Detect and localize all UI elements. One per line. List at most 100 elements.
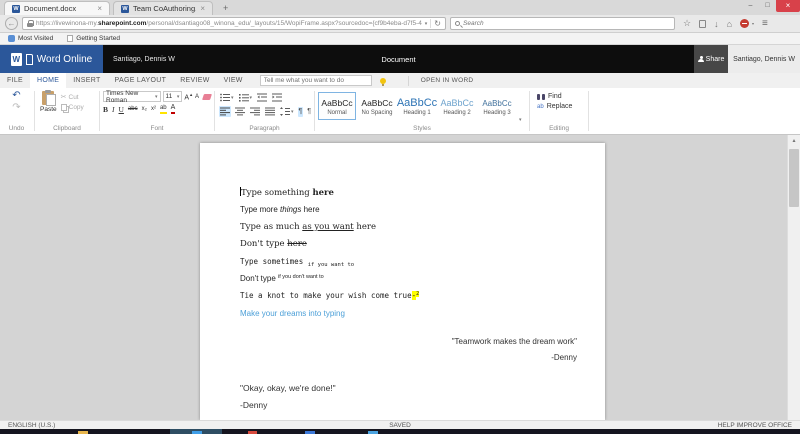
help-improve-office-link[interactable]: HELP IMPROVE OFFICE bbox=[718, 422, 792, 429]
downloads-icon[interactable]: ↓ bbox=[714, 19, 719, 29]
font-color-button[interactable]: A bbox=[171, 104, 176, 114]
url-dropdown-icon[interactable]: ▾ bbox=[425, 21, 428, 27]
redo-button[interactable]: ↷ bbox=[12, 103, 20, 113]
doc-line-5[interactable]: Type sometimes if you want to bbox=[240, 257, 354, 268]
pilcrow-icon: ¶ bbox=[299, 108, 303, 116]
doc-line-2[interactable]: Type more things here bbox=[240, 205, 320, 214]
search-bar[interactable] bbox=[450, 17, 675, 30]
copy-button[interactable]: Copy bbox=[61, 104, 84, 111]
tab-page-layout[interactable]: PAGE LAYOUT bbox=[108, 73, 174, 88]
word-logo-page-icon bbox=[26, 54, 33, 65]
divider bbox=[314, 91, 315, 131]
word-online-logo[interactable]: W Word Online bbox=[0, 45, 103, 73]
menu-icon[interactable]: ≡ bbox=[762, 18, 768, 29]
style-normal[interactable]: AaBbCc Normal bbox=[318, 92, 356, 120]
subscript-button[interactable]: x₂ bbox=[142, 106, 147, 112]
tab-home[interactable]: HOME bbox=[30, 73, 66, 88]
doc-quote-block[interactable]: "Teamwork makes the dream work" -Denny bbox=[452, 337, 577, 362]
strikethrough-button[interactable]: abc bbox=[128, 106, 138, 112]
bold-button[interactable]: B bbox=[103, 105, 108, 114]
tab-file[interactable]: FILE bbox=[0, 73, 30, 88]
line-spacing-button[interactable]: ▾ bbox=[279, 106, 295, 117]
highlight-button[interactable]: ab bbox=[160, 105, 167, 114]
document-title[interactable]: Document bbox=[103, 55, 694, 64]
vertical-scrollbar[interactable]: ▴ bbox=[787, 135, 800, 420]
browser-tab-strip: W Document.docx × W Team CoAuthoring.doc… bbox=[0, 0, 800, 15]
adblock-caret-icon[interactable]: ▾ bbox=[752, 21, 754, 26]
rtl-paragraph-button[interactable]: ¶ bbox=[306, 107, 312, 117]
undo-button[interactable]: ↶ bbox=[12, 91, 20, 101]
browser-tab-coauthoring[interactable]: W Team CoAuthoring.docx × bbox=[113, 1, 213, 15]
numbering-button[interactable]: ▾ bbox=[238, 92, 254, 103]
document-page[interactable]: Type something here Type more things her… bbox=[200, 143, 605, 420]
tab-review[interactable]: REVIEW bbox=[173, 73, 216, 88]
restore-button[interactable]: □ bbox=[759, 0, 776, 12]
share-button[interactable]: Share bbox=[694, 45, 728, 73]
signed-in-user[interactable]: Santiago, Dennis W bbox=[728, 45, 800, 73]
adblock-icon[interactable] bbox=[740, 19, 749, 28]
superscript-button[interactable]: x² bbox=[151, 106, 156, 112]
scroll-up-icon[interactable]: ▴ bbox=[788, 135, 800, 147]
address-bar[interactable]: https://livewinona-my.sharepoint.com/per… bbox=[22, 17, 446, 30]
clear-formatting-icon[interactable] bbox=[202, 94, 212, 100]
align-left-button[interactable] bbox=[219, 106, 231, 117]
style-heading-3[interactable]: AaBbCc Heading 3 bbox=[478, 92, 516, 120]
tab-close-icon[interactable]: × bbox=[97, 5, 102, 13]
scrollbar-thumb[interactable] bbox=[789, 149, 799, 207]
font-family-select[interactable]: Times New Roman ▾ bbox=[103, 91, 161, 102]
tell-me-input[interactable] bbox=[261, 76, 371, 85]
editing-group: Find ab Replace Editing bbox=[531, 88, 587, 134]
pocket-icon[interactable] bbox=[699, 20, 706, 28]
style-heading-1[interactable]: AaBbCc Heading 1 bbox=[398, 92, 436, 120]
doc-line-4[interactable]: Don't type here bbox=[240, 239, 307, 249]
bookmark-most-visited[interactable]: Most Visited bbox=[8, 35, 53, 42]
doc-line-1[interactable]: Type something here bbox=[240, 187, 334, 198]
bookmark-star-icon[interactable]: ☆ bbox=[683, 18, 691, 29]
doc-line-6[interactable]: Don't type if you don't want to bbox=[240, 274, 324, 283]
ltr-paragraph-button[interactable]: ¶ bbox=[298, 107, 304, 117]
replace-button[interactable]: ab Replace bbox=[537, 103, 587, 110]
reload-icon[interactable]: ↻ bbox=[430, 19, 441, 28]
group-label: Font bbox=[101, 125, 213, 134]
bookmarks-bar: Most Visited Getting Started bbox=[0, 33, 800, 45]
minimize-button[interactable]: – bbox=[742, 0, 759, 12]
group-label: Styles bbox=[316, 125, 528, 134]
close-window-button[interactable]: × bbox=[776, 0, 800, 12]
browser-tab-document[interactable]: W Document.docx × bbox=[4, 1, 110, 15]
bullets-button[interactable]: ▾ bbox=[219, 92, 235, 103]
search-input[interactable] bbox=[463, 20, 670, 27]
home-icon[interactable]: ⌂ bbox=[727, 19, 732, 29]
italic-button[interactable]: I bbox=[112, 105, 115, 114]
align-center-button[interactable] bbox=[234, 106, 246, 117]
windows-taskbar[interactable] bbox=[0, 429, 800, 434]
shrink-font-button[interactable]: A bbox=[195, 94, 199, 100]
new-tab-button[interactable]: + bbox=[219, 2, 232, 15]
justify-button[interactable] bbox=[264, 106, 276, 117]
align-right-button[interactable] bbox=[249, 106, 261, 117]
find-button[interactable]: Find bbox=[537, 93, 587, 100]
style-no-spacing[interactable]: AaBbCc No Spacing bbox=[358, 92, 396, 120]
underline-button[interactable]: U bbox=[119, 105, 124, 114]
tell-me-box[interactable] bbox=[260, 75, 372, 86]
back-button[interactable]: ← bbox=[5, 17, 18, 30]
tab-view[interactable]: VIEW bbox=[217, 73, 250, 88]
decrease-indent-button[interactable] bbox=[256, 92, 268, 103]
tab-close-icon[interactable]: × bbox=[200, 5, 205, 13]
paste-button[interactable]: Paste bbox=[40, 91, 57, 125]
style-preview: AaBbCc bbox=[440, 97, 473, 110]
style-heading-2[interactable]: AaBbCc Heading 2 bbox=[438, 92, 476, 120]
styles-more-button[interactable]: ▾ bbox=[518, 117, 523, 125]
tab-insert[interactable]: INSERT bbox=[66, 73, 107, 88]
doc-closing-block[interactable]: "Okay, okay, we're done!" -Denny bbox=[240, 383, 336, 410]
bookmark-getting-started[interactable]: Getting Started bbox=[67, 35, 120, 42]
increase-indent-button[interactable] bbox=[271, 92, 283, 103]
style-preview: AaBbCc bbox=[397, 97, 437, 110]
font-size-select[interactable]: 11 ▾ bbox=[163, 91, 183, 102]
doc-line-7[interactable]: Tie a knot to make your wish come true-2 bbox=[240, 291, 419, 300]
grow-font-button[interactable]: A▲ bbox=[184, 92, 193, 101]
cut-button[interactable]: ✂ Cut bbox=[61, 93, 84, 101]
window-controls: – □ × bbox=[742, 0, 800, 12]
open-in-word-button[interactable]: OPEN IN WORD bbox=[421, 77, 474, 84]
doc-line-8[interactable]: Make your dreams into typing bbox=[240, 309, 345, 318]
doc-line-3[interactable]: Type as much as you want here bbox=[240, 222, 376, 232]
